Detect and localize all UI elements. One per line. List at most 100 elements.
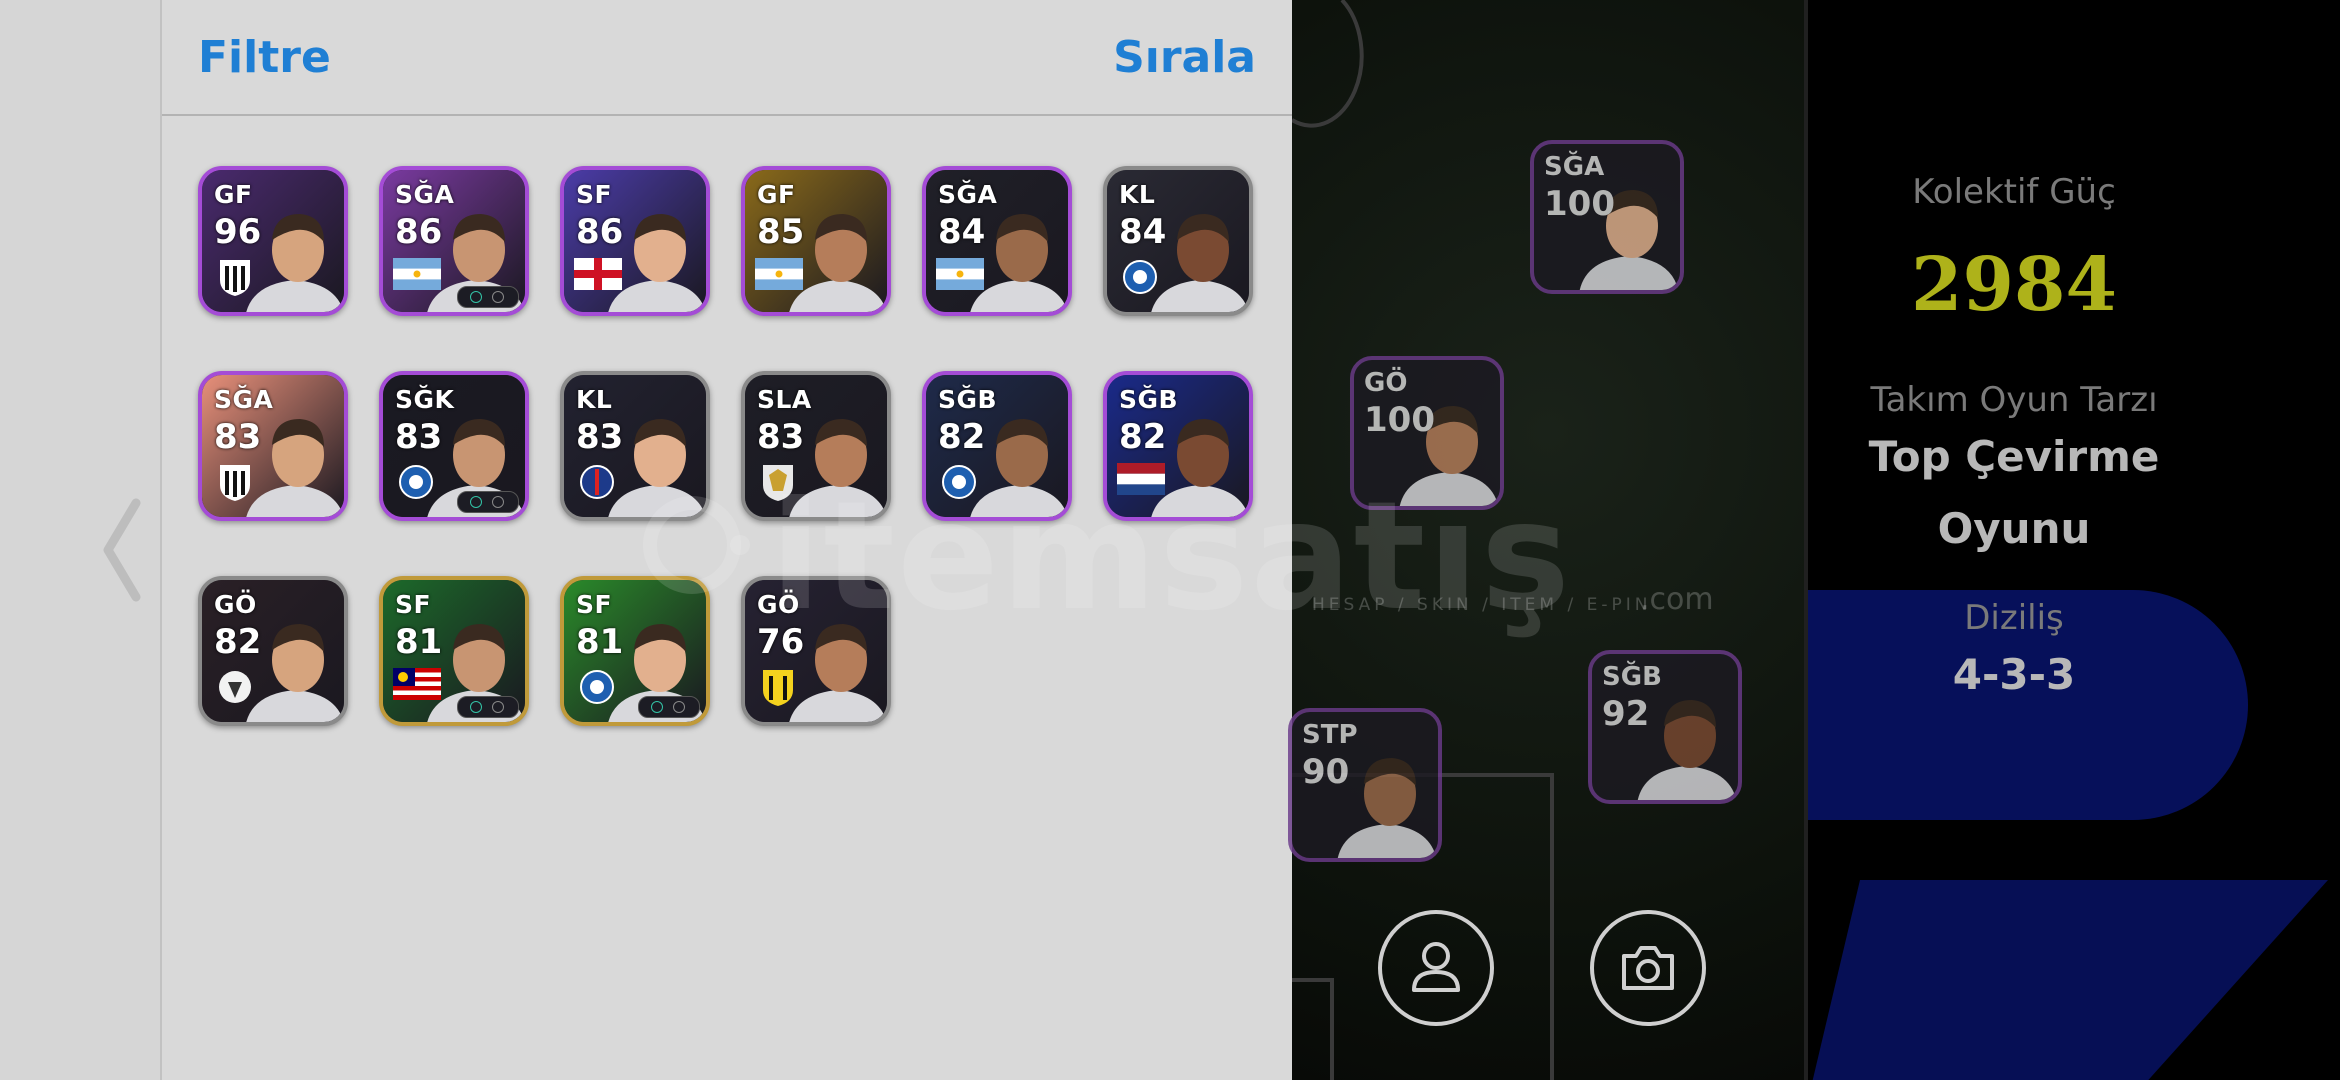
player-position: SĞB (1602, 662, 1662, 692)
player-card[interactable]: SĞA 86 (379, 166, 529, 316)
player-rating: 83 (214, 417, 262, 457)
player-rating: 84 (1119, 212, 1167, 252)
player-position: SĞB (938, 385, 998, 414)
skill-indicator (457, 491, 519, 513)
player-rating: 96 (214, 212, 262, 252)
pitch-player-card[interactable]: STP 90 (1288, 708, 1442, 862)
player-card[interactable]: SF 81 (379, 576, 529, 726)
skill-indicator (457, 286, 519, 308)
player-card[interactable]: SĞB 82 (922, 371, 1072, 521)
formation-label: Diziliş (1964, 598, 2064, 638)
player-position: SĞB (1119, 385, 1179, 414)
player-card[interactable]: SLA 83 (741, 371, 891, 521)
player-rating: 85 (757, 212, 805, 252)
decorative-shape (1808, 880, 2328, 1080)
malaysia-flag-icon (393, 668, 441, 700)
player-rating: 82 (214, 622, 262, 662)
player-position: SĞA (1544, 152, 1605, 182)
player-card[interactable]: SF 81 (560, 576, 710, 726)
camera-button[interactable] (1590, 910, 1706, 1026)
team-playstyle-label: Takım Oyun Tarzı (1870, 380, 2158, 420)
player-rating: 83 (757, 417, 805, 457)
netherlands-flag-icon (1117, 463, 1165, 495)
pitch-player-card[interactable]: SĞA 100 (1530, 140, 1684, 294)
player-position: SF (576, 590, 613, 619)
player-position: KL (576, 385, 613, 414)
player-card[interactable]: GF 85 (741, 166, 891, 316)
player-card[interactable]: GÖ 82 (198, 576, 348, 726)
club-crest-icon (219, 671, 251, 703)
player-rating: 81 (395, 622, 443, 662)
argentina-flag-icon (936, 258, 984, 290)
left-gutter (0, 0, 162, 1080)
chevron-left-icon[interactable] (98, 495, 148, 605)
player-rating: 82 (1119, 417, 1167, 457)
player-position: SĞK (395, 385, 455, 414)
player-card[interactable]: SĞA 83 (198, 371, 348, 521)
player-position: STP (1302, 720, 1358, 750)
player-rating: 82 (938, 417, 986, 457)
collective-power-value: 2984 (1911, 242, 2117, 328)
camera-icon (1622, 946, 1674, 990)
player-position: SĞA (214, 385, 274, 414)
formation-value[interactable]: 4-3-3 (1808, 650, 2280, 699)
skill-indicator (638, 696, 700, 718)
player-rating: 84 (938, 212, 986, 252)
player-rating: 92 (1602, 694, 1650, 734)
player-card[interactable]: SF 86 (560, 166, 710, 316)
skill-indicator (457, 696, 519, 718)
club-crest-icon (942, 465, 976, 499)
player-card[interactable]: GF 96 (198, 166, 348, 316)
pitch-player-card[interactable]: SĞB 92 (1588, 650, 1742, 804)
club-crest-icon (399, 465, 433, 499)
team-info-panel: Kolektif Güç 2984 Takım Oyun Tarzı Top Ç… (1804, 0, 2340, 1080)
player-card[interactable]: GÖ 76 (741, 576, 891, 726)
player-rating: 90 (1302, 752, 1350, 792)
player-position: GÖ (214, 590, 257, 619)
filter-button[interactable]: Filtre (198, 32, 331, 83)
player-card[interactable]: KL 83 (560, 371, 710, 521)
player-position: GÖ (757, 590, 800, 619)
argentina-flag-icon (393, 258, 441, 290)
person-icon (1412, 942, 1460, 992)
player-position: GF (757, 180, 796, 209)
player-position: SLA (757, 385, 812, 414)
player-rating: 86 (576, 212, 624, 252)
player-rating: 76 (757, 622, 805, 662)
club-crest-icon (763, 670, 793, 706)
profile-button[interactable] (1378, 910, 1494, 1026)
player-position: SF (576, 180, 613, 209)
player-rating: 83 (576, 417, 624, 457)
player-position: GÖ (1364, 368, 1408, 398)
player-selection-panel: Filtre Sırala GF 96 SĞA 86 SF 86 GF 85 S… (162, 0, 1292, 1080)
pitch-player-card[interactable]: GÖ 100 (1350, 356, 1504, 510)
club-crest-icon (220, 260, 250, 296)
club-crest-icon (580, 465, 614, 499)
sort-button[interactable]: Sırala (1113, 32, 1256, 83)
team-playstyle-value: Top Çevirme (1868, 432, 2160, 481)
player-rating: 83 (395, 417, 443, 457)
club-crest-icon (763, 465, 793, 501)
player-position: SĞA (395, 180, 455, 209)
player-card[interactable]: KL 84 (1103, 166, 1253, 316)
club-crest-icon (1123, 260, 1157, 294)
player-rating: 81 (576, 622, 624, 662)
player-card[interactable]: SĞB 82 (1103, 371, 1253, 521)
panel-header: Filtre Sırala (162, 0, 1292, 116)
player-position: GF (214, 180, 253, 209)
player-position: SĞA (938, 180, 998, 209)
argentina-flag-icon (755, 258, 803, 290)
player-rating: 100 (1544, 184, 1615, 224)
pitch-area: SĞA 100 GÖ 100 STP 90 SĞB 92 (1288, 0, 1804, 1080)
player-card[interactable]: SĞK 83 (379, 371, 529, 521)
club-crest-icon (220, 465, 250, 501)
team-playstyle-value-line2: Oyunu (1937, 504, 2091, 553)
player-rating: 86 (395, 212, 443, 252)
player-card[interactable]: SĞA 84 (922, 166, 1072, 316)
collective-power-label: Kolektif Güç (1912, 172, 2116, 212)
player-position: KL (1119, 180, 1156, 209)
player-position: SF (395, 590, 432, 619)
england-flag-icon (574, 258, 622, 290)
club-crest-icon (580, 670, 614, 704)
player-rating: 100 (1364, 400, 1435, 440)
